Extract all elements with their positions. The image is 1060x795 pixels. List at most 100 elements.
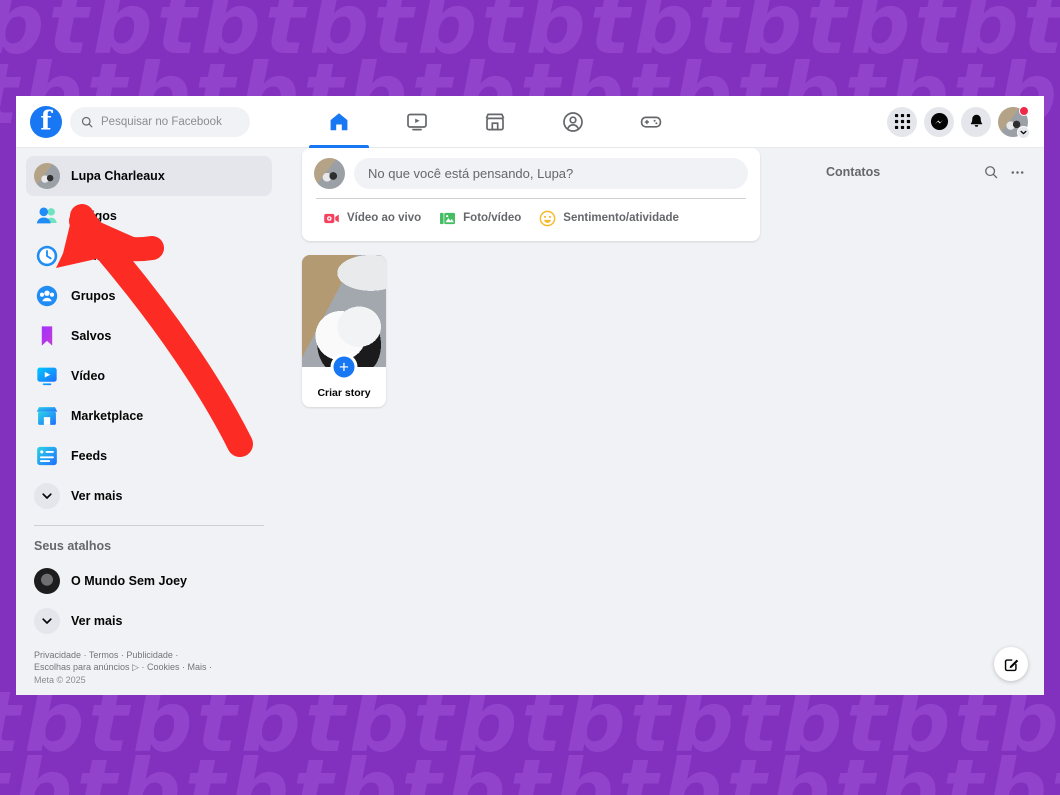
composer-action-label: Sentimento/atividade	[563, 212, 679, 224]
messenger-icon	[930, 112, 948, 131]
contacts-options-button[interactable]	[1004, 159, 1030, 185]
composer-actions: Vídeo ao vivo Foto/vídeo Sentimento/ativ…	[314, 203, 748, 233]
search-placeholder: Pesquisar no Facebook	[101, 115, 222, 128]
story-thumbnail-image	[302, 255, 386, 367]
header-left-group: Pesquisar no Facebook	[16, 105, 286, 138]
header-right-group	[887, 105, 1044, 139]
feeling-icon	[539, 210, 556, 226]
sidebar-item-profile[interactable]: Lupa Charleaux	[26, 156, 272, 196]
groups-icon	[563, 111, 583, 132]
video-icon	[37, 367, 57, 386]
composer-top-row: No que você está pensando, Lupa?	[314, 158, 748, 189]
sidebar-item-video[interactable]: Vídeo	[26, 356, 272, 396]
chevron-down-icon	[1020, 130, 1027, 134]
sidebar-divider	[34, 525, 264, 526]
memories-icon	[36, 245, 58, 267]
create-story-card[interactable]: + Criar story	[302, 255, 386, 407]
contacts-search-button[interactable]	[978, 159, 1004, 185]
nav-tab-groups[interactable]	[534, 96, 612, 148]
composer-feeling-button[interactable]: Sentimento/atividade	[530, 203, 688, 233]
home-icon	[330, 112, 348, 130]
new-message-button[interactable]	[994, 647, 1028, 681]
sidebar-item-feeds[interactable]: Feeds	[26, 436, 272, 476]
live-video-icon	[324, 213, 339, 223]
chevron-down-icon	[42, 493, 52, 499]
shortcut-label: O Mundo Sem Joey	[71, 574, 187, 588]
sidebar-item-label: Vídeo	[71, 369, 106, 383]
watermark-row: tbtbtbtbtbtbtbtbtbtbtbtbtbtbtbtbtbtb	[0, 741, 1060, 795]
account-chevron-badge	[1017, 125, 1030, 139]
sidebar-item-label: Lembranças	[71, 249, 145, 263]
video-icon	[407, 113, 427, 130]
nav-tab-home[interactable]	[300, 96, 378, 148]
sidebar-item-label: Marketplace	[71, 409, 144, 423]
sidebar-item-marketplace[interactable]: Marketplace	[26, 396, 272, 436]
sidebar-item-memories[interactable]: Lembranças	[26, 236, 272, 276]
search-input[interactable]: Pesquisar no Facebook	[70, 106, 250, 137]
footer-line-2[interactable]: Escolhas para anúncios ▷ · Cookies · Mai…	[34, 661, 264, 673]
create-story-label: Criar story	[317, 387, 371, 399]
feeds-icon	[37, 446, 57, 466]
facebook-logo[interactable]	[30, 105, 62, 138]
notifications-button[interactable]	[961, 106, 991, 137]
footer-line-1[interactable]: Privacidade · Termos · Publicidade ·	[34, 649, 264, 661]
photo-video-icon	[440, 212, 456, 224]
chevron-circle	[34, 483, 60, 509]
bell-icon	[970, 114, 982, 127]
sidebar-item-label: Salvos	[71, 329, 112, 343]
composer-photo-video-button[interactable]: Foto/vídeo	[430, 203, 530, 233]
groups-icon	[36, 285, 58, 307]
composer-avatar[interactable]	[314, 158, 345, 189]
friends-icon	[36, 207, 57, 224]
menu-grid-button[interactable]	[887, 106, 917, 137]
shortcuts-heading: Seus atalhos	[34, 539, 112, 553]
search-icon	[985, 166, 998, 179]
composer-action-label: Foto/vídeo	[463, 212, 522, 224]
shortcut-item[interactable]: O Mundo Sem Joey	[26, 561, 272, 601]
nav-tab-marketplace[interactable]	[456, 96, 534, 148]
composer-divider	[316, 198, 746, 199]
sidebar-footer-links: Privacidade · Termos · Publicidade · Esc…	[26, 641, 272, 686]
sidebar-item-label: Ver mais	[71, 489, 123, 503]
sidebar-item-friends[interactable]: Amigos	[26, 196, 272, 236]
footer-line-3: Meta © 2025	[34, 674, 86, 685]
nav-tab-video[interactable]	[378, 96, 456, 148]
contacts-title: Contatos	[826, 165, 881, 179]
marketplace-icon	[485, 113, 505, 130]
facebook-app-window: Pesquisar no Facebook	[16, 96, 1044, 695]
marketplace-icon	[36, 407, 58, 425]
composer-input[interactable]: No que você está pensando, Lupa?	[354, 158, 748, 189]
post-composer-card: No que você está pensando, Lupa? Vídeo a…	[302, 148, 760, 241]
sidebar-item-saved[interactable]: Salvos	[26, 316, 272, 356]
sidebar-item-label: Grupos	[71, 289, 116, 303]
gaming-icon	[640, 116, 662, 128]
sidebar-item-see-more[interactable]: Ver mais	[26, 476, 272, 516]
grid-icon	[894, 113, 910, 130]
center-feed-column: No que você está pensando, Lupa? Vídeo a…	[302, 148, 760, 407]
chevron-down-icon	[42, 618, 52, 624]
compose-icon	[1004, 658, 1018, 671]
create-story-plus-icon[interactable]: +	[330, 353, 358, 381]
chevron-circle	[34, 608, 60, 634]
sidebar-item-label: Feeds	[71, 449, 108, 463]
shortcut-label: Ver mais	[71, 614, 123, 628]
sidebar-item-label: Lupa Charleaux	[71, 169, 165, 183]
nav-tab-gaming[interactable]	[612, 96, 690, 148]
left-sidebar: Lupa Charleaux Amigos Lembranças Grupos …	[16, 148, 286, 695]
search-icon	[81, 116, 93, 127]
contacts-header: Contatos	[826, 156, 1030, 188]
messenger-button[interactable]	[924, 106, 954, 137]
sidebar-item-label: Amigos	[71, 209, 117, 223]
composer-live-video-button[interactable]: Vídeo ao vivo	[314, 203, 430, 233]
profile-avatar	[34, 163, 60, 189]
composer-placeholder: No que você está pensando, Lupa?	[368, 166, 574, 181]
composer-action-label: Vídeo ao vivo	[347, 212, 422, 224]
shortcut-avatar	[34, 568, 60, 594]
stories-row: + Criar story	[302, 255, 760, 407]
main-nav-tabs	[286, 96, 887, 148]
sidebar-item-groups[interactable]: Grupos	[26, 276, 272, 316]
more-horizontal-icon	[1011, 170, 1023, 174]
app-body: Lupa Charleaux Amigos Lembranças Grupos …	[16, 148, 1044, 695]
shortcut-see-more[interactable]: Ver mais	[26, 601, 272, 641]
account-avatar[interactable]	[998, 105, 1030, 139]
